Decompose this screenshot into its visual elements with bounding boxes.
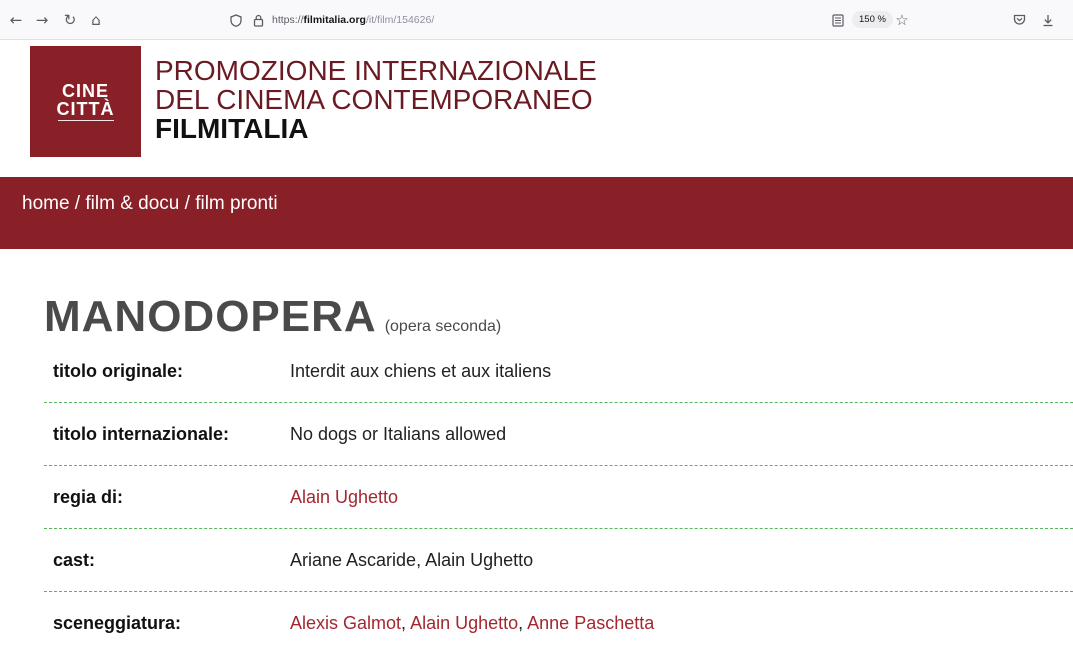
lock-icon[interactable] [250, 12, 266, 28]
film-title-note: (opera seconda) [384, 318, 502, 335]
site-title-line-1: PROMOZIONE INTERNAZIONALE [155, 55, 597, 86]
logo-line-2: CITTÀ [56, 99, 115, 119]
screenwriter-link[interactable]: Anne Paschetta [527, 613, 654, 633]
detail-row-cast: cast: Ariane Ascaride, Alain Ughetto [44, 529, 1073, 592]
film-title-text: MANODOPERA [44, 292, 377, 341]
site-title: PROMOZIONE INTERNAZIONALE DEL CINEMA CON… [155, 56, 597, 143]
back-icon[interactable]: ← [6, 10, 26, 30]
detail-value: Alain Ughetto [290, 487, 398, 508]
logo-line-1: CINE [61, 81, 109, 101]
home-icon[interactable]: ⌂ [86, 10, 106, 30]
screenwriter-link[interactable]: Alain Ughetto [410, 613, 518, 633]
detail-value: Interdit aux chiens et aux italiens [290, 360, 552, 381]
browser-toolbar: ← → ↻ ⌂ https://filmitalia.org/it/film/1… [0, 0, 1073, 40]
detail-row-international-title: titolo internazionale: No dogs or Italia… [44, 403, 1073, 466]
site-brand: FILMITALIA [155, 113, 309, 144]
zoom-level-badge[interactable]: 150 % [852, 11, 893, 28]
logo-rule [57, 120, 114, 121]
detail-label: titolo internazionale: [53, 423, 230, 444]
url-prefix: https:// [272, 14, 304, 26]
director-link[interactable]: Alain Ughetto [290, 487, 398, 507]
screenwriter-link[interactable]: Alexis Galmot [290, 613, 401, 633]
url-text: https://filmitalia.org/it/film/154626/ [272, 14, 434, 26]
detail-row-director: regia di: Alain Ughetto [44, 466, 1073, 529]
site-title-line-2: DEL CINEMA CONTEMPORANEO [155, 84, 593, 115]
bookmark-star-icon[interactable]: ☆ [892, 10, 912, 30]
detail-value: Ariane Ascaride, Alain Ughetto [290, 549, 534, 570]
detail-label: regia di: [53, 486, 124, 507]
breadcrumb: home / film & docu / film pronti [22, 193, 278, 215]
url-host: filmitalia.org [303, 14, 366, 26]
list-separator: , [518, 613, 528, 633]
film-details-table: titolo originale: Interdit aux chiens et… [44, 340, 1073, 655]
detail-label: cast: [53, 549, 96, 570]
download-icon[interactable] [1038, 10, 1058, 30]
breadcrumb-film-pronti[interactable]: film pronti [195, 193, 277, 214]
reload-icon[interactable]: ↻ [60, 10, 80, 30]
list-separator: , [401, 613, 411, 633]
detail-value: Alexis Galmot, Alain Ughetto, Anne Pasch… [290, 613, 654, 634]
pocket-icon[interactable] [1009, 10, 1029, 30]
film-title: MANODOPERA (opera seconda) [44, 292, 501, 342]
detail-row-original-title: titolo originale: Interdit aux chiens et… [44, 340, 1073, 403]
url-path: /it/film/154626/ [365, 14, 435, 26]
detail-value: No dogs or Italians allowed [290, 423, 507, 444]
cinecitta-logo[interactable]: CINE CITTÀ [30, 46, 141, 157]
detail-row-screenplay: sceneggiatura: Alexis Galmot, Alain Ughe… [44, 592, 1073, 655]
forward-icon[interactable]: → [32, 10, 52, 30]
address-bar[interactable]: https://filmitalia.org/it/film/154626/ [228, 9, 908, 31]
reader-view-icon[interactable] [828, 10, 848, 30]
shield-icon[interactable] [228, 12, 244, 28]
breadcrumb-separator: / [69, 193, 86, 214]
breadcrumb-separator: / [179, 193, 196, 214]
detail-label: titolo originale: [53, 360, 183, 381]
detail-label: sceneggiatura: [53, 613, 182, 633]
breadcrumb-home[interactable]: home [22, 193, 70, 214]
breadcrumb-film-docu[interactable]: film & docu [85, 193, 179, 214]
